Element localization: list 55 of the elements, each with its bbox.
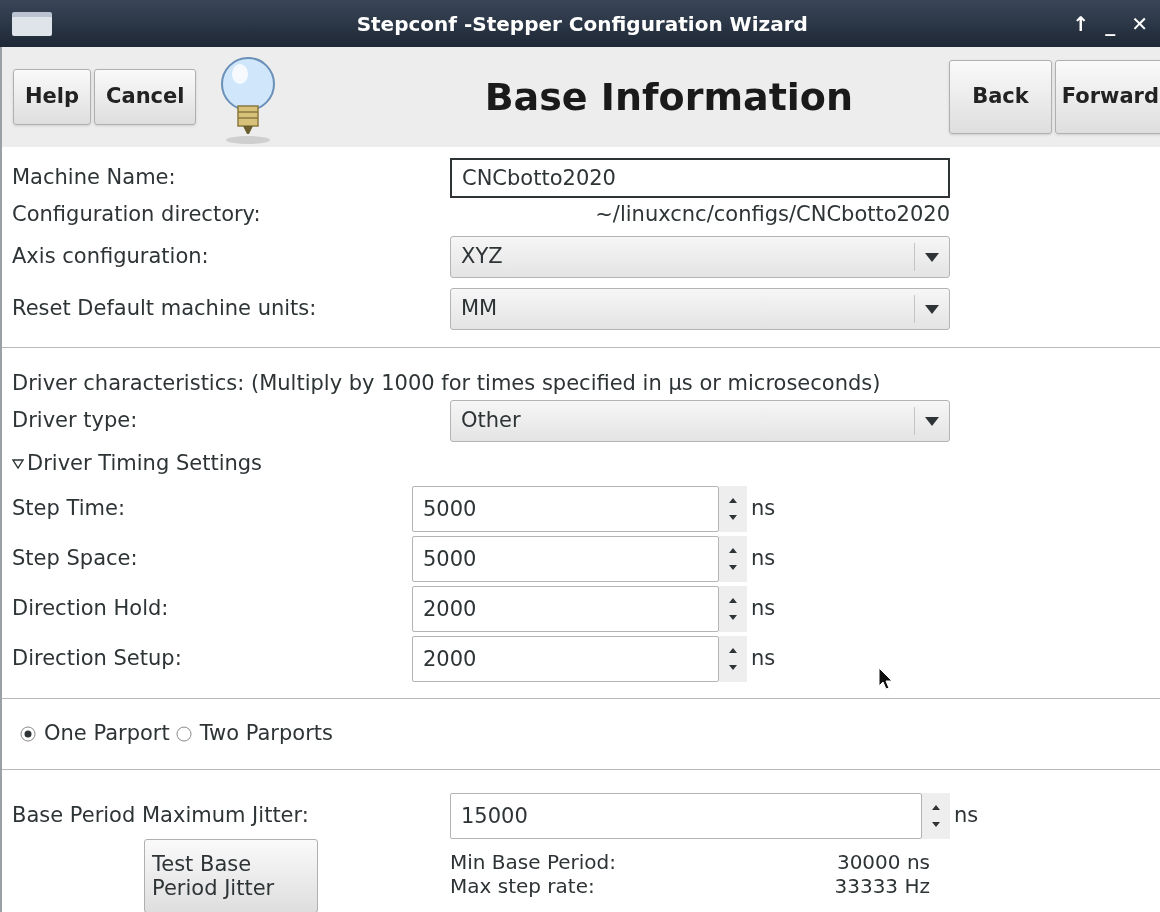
spin-arrows-icon[interactable]: [719, 586, 747, 632]
field-label: Driver type:: [12, 407, 139, 435]
radio-option[interactable]: Two Parports: [175, 718, 333, 750]
dropdown[interactable]: Other: [450, 400, 950, 442]
radio-button[interactable]: [20, 726, 36, 742]
number-field[interactable]: 15000: [450, 793, 922, 839]
stat-label: Max step rate:: [450, 874, 596, 898]
mouse-pointer-icon: [878, 667, 894, 691]
spin-arrows-icon[interactable]: [719, 636, 747, 682]
window-title: Stepconf -Stepper Configuration Wizard: [356, 10, 808, 38]
field-label: Configuration directory:: [12, 201, 262, 229]
toolbar-button[interactable]: Help: [13, 69, 92, 125]
field-label: Direction Setup:: [12, 645, 183, 673]
window-control[interactable]: ↑: [1072, 8, 1090, 39]
page-heading: Base Information: [483, 73, 854, 121]
field-label: Axis configuration:: [12, 243, 210, 271]
field-label: Step Space:: [12, 545, 139, 573]
field-label: Direction Hold:: [12, 595, 170, 623]
unit-label: ns: [954, 802, 979, 830]
dropdown-arrow-icon: [925, 304, 939, 314]
section-note: Driver characteristics: (Multiply by 1000 for times specified in µs or microseconds): [12, 370, 882, 397]
field-label: Base Period Maximum Jitter:: [12, 802, 310, 830]
spin-arrows-icon[interactable]: [719, 536, 747, 582]
radio-option[interactable]: One Parport: [20, 718, 170, 750]
spin-arrows-icon[interactable]: [922, 793, 950, 839]
dropdown-arrow-icon: [925, 416, 939, 426]
expander[interactable]: Driver Timing Settings: [12, 444, 1160, 484]
unit-label: ns: [751, 595, 776, 623]
toolbar-button[interactable]: Cancel: [94, 69, 197, 125]
toolbar-button[interactable]: Back: [949, 60, 1052, 134]
dropdown[interactable]: XYZ: [450, 236, 950, 278]
field-label: Reset Default machine units:: [12, 295, 318, 323]
test-jitter-button[interactable]: Test Base Period Jitter: [144, 839, 318, 912]
directory-path: ~/linuxcnc/configs/CNCbotto2020: [595, 202, 950, 227]
stat-value: 30000 ns: [835, 850, 930, 874]
field-label: Machine Name:: [12, 164, 177, 192]
window-menu-icon[interactable]: [12, 11, 52, 36]
number-field[interactable]: 5000: [412, 486, 719, 532]
unit-label: ns: [751, 545, 776, 573]
toolbar-button[interactable]: Forward: [1054, 60, 1160, 134]
radio-button[interactable]: [175, 726, 192, 742]
text-field[interactable]: CNCbotto2020: [450, 158, 950, 198]
window-control[interactable]: _: [1105, 8, 1116, 39]
stat-label: Min Base Period:: [450, 850, 617, 874]
spin-arrows-icon[interactable]: [719, 486, 747, 532]
dropdown[interactable]: MM: [450, 288, 950, 330]
stat-value: 33333 Hz: [833, 874, 930, 898]
number-field[interactable]: 2000: [412, 636, 719, 682]
number-field[interactable]: 2000: [412, 586, 719, 632]
number-field[interactable]: 5000: [412, 536, 719, 582]
dropdown-arrow-icon: [925, 252, 939, 262]
window-control[interactable]: ✕: [1131, 8, 1148, 39]
field-label: Step Time:: [12, 495, 126, 523]
unit-label: ns: [751, 645, 776, 673]
unit-label: ns: [751, 495, 776, 523]
